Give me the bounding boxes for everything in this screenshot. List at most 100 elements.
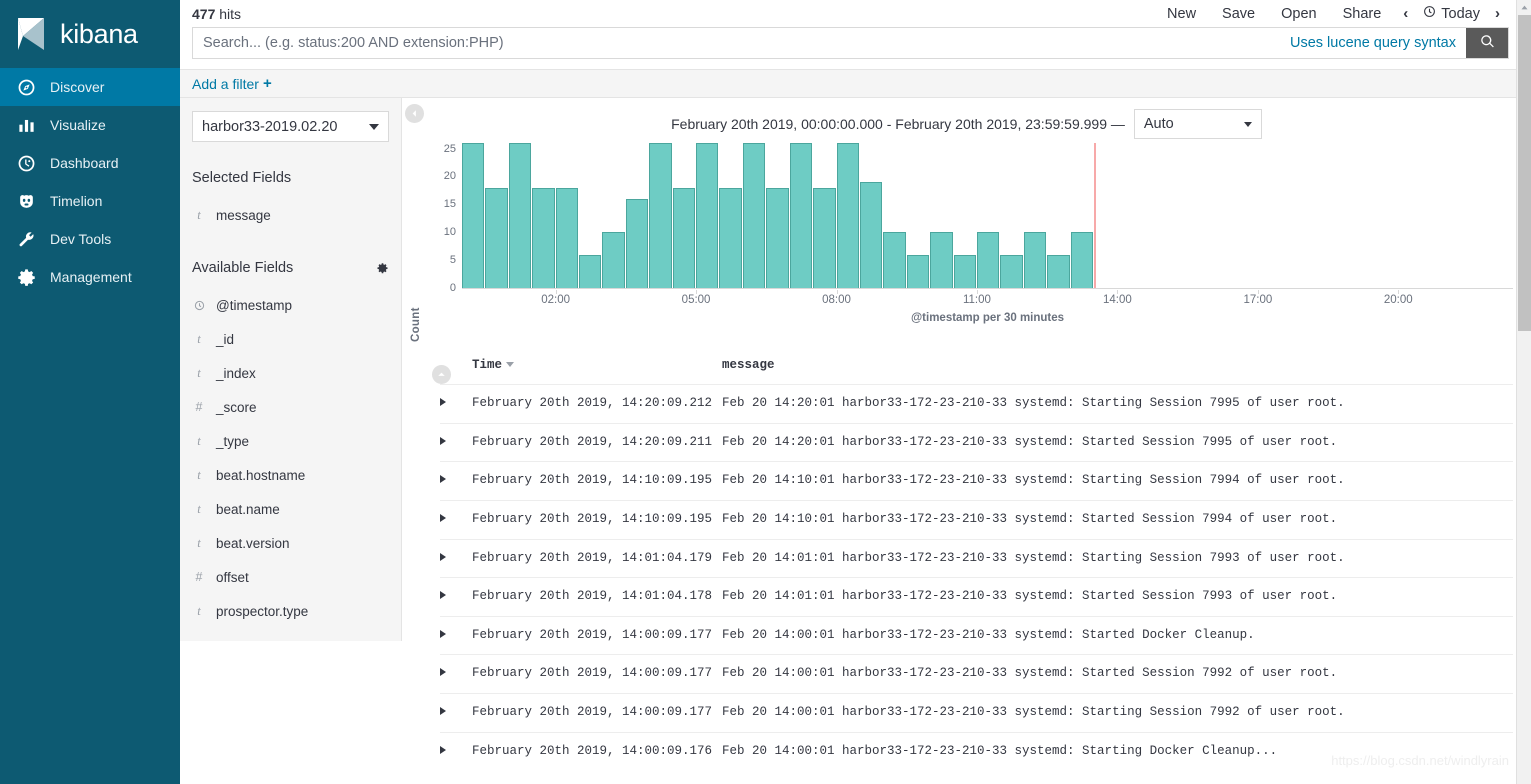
table-row[interactable]: February 20th 2019, 14:00:09.176 Feb 20 1… — [440, 732, 1513, 770]
histogram-bar[interactable] — [789, 143, 813, 288]
save-button[interactable]: Save — [1209, 6, 1268, 22]
histogram-bar[interactable] — [906, 254, 930, 288]
sidebar-item-discover[interactable]: Discover — [0, 68, 180, 106]
message-column-header[interactable]: message — [722, 358, 1513, 385]
expand-cell[interactable] — [440, 423, 472, 462]
table-row[interactable]: February 20th 2019, 14:10:09.195 Feb 20 1… — [440, 461, 1513, 501]
sidebar-item-timelion[interactable]: Timelion — [0, 182, 180, 220]
histogram-bar[interactable] — [1000, 254, 1023, 288]
histogram-bar[interactable] — [508, 143, 532, 288]
table-row[interactable]: February 20th 2019, 14:01:04.178 Feb 20 1… — [440, 577, 1513, 617]
field-item-source[interactable]: t source — [180, 628, 401, 642]
expand-row-icon[interactable] — [440, 707, 446, 715]
sidebar-item-visualize[interactable]: Visualize — [0, 106, 180, 144]
new-button[interactable]: New — [1154, 6, 1209, 22]
previous-time-arrow[interactable]: ‹ — [1394, 5, 1417, 22]
expand-cell[interactable] — [440, 616, 472, 655]
hits-count: 477 — [192, 5, 216, 22]
histogram-bar[interactable] — [672, 187, 696, 288]
field-item-_type[interactable]: t _type — [180, 424, 401, 458]
sidebar-item-dev-tools[interactable]: Dev Tools — [0, 220, 180, 258]
time-cell: February 20th 2019, 14:20:09.211 — [472, 434, 713, 449]
lucene-syntax-hint[interactable]: Uses lucene query syntax — [1280, 28, 1466, 58]
table-row[interactable]: February 20th 2019, 14:01:04.179 Feb 20 1… — [440, 539, 1513, 578]
sidebar-item-management[interactable]: Management — [0, 258, 180, 296]
expand-row-icon[interactable] — [440, 591, 446, 600]
expand-row-icon[interactable] — [440, 629, 446, 638]
next-time-arrow[interactable]: › — [1486, 5, 1509, 22]
histogram-bar[interactable] — [859, 182, 883, 288]
expand-row-icon[interactable] — [440, 668, 446, 677]
expand-row-icon[interactable] — [440, 475, 446, 484]
interval-select[interactable]: Auto — [1133, 109, 1262, 139]
share-button[interactable]: Share — [1330, 6, 1395, 22]
collapse-chart-button[interactable] — [432, 365, 451, 384]
field-item--timestamp[interactable]: @timestamp — [180, 288, 401, 322]
scroll-up-arrow[interactable] — [1517, 0, 1531, 14]
field-item-beat-name[interactable]: t beat.name — [180, 492, 401, 526]
field-item-_score[interactable]: # _score — [180, 390, 401, 424]
scrollbar-thumb[interactable] — [1518, 15, 1531, 331]
search-button[interactable] — [1466, 28, 1508, 58]
histogram-bar[interactable] — [836, 143, 859, 288]
histogram-bar[interactable] — [649, 143, 672, 288]
field-item-_id[interactable]: t _id — [180, 322, 401, 356]
expand-row-icon[interactable] — [440, 398, 446, 406]
histogram-bar[interactable] — [766, 187, 789, 288]
index-pattern-select[interactable]: harbor33-2019.02.20 — [192, 111, 389, 142]
field-item-message[interactable]: t message — [180, 198, 401, 232]
expand-cell[interactable] — [440, 500, 472, 539]
expand-row-icon[interactable] — [440, 436, 446, 445]
sidebar-item-dashboard[interactable]: Dashboard — [0, 144, 180, 182]
histogram-bar[interactable] — [579, 254, 602, 288]
histogram-bar[interactable] — [696, 143, 719, 288]
expand-row-icon[interactable] — [440, 513, 446, 522]
time-picker-button[interactable]: Today — [1417, 5, 1486, 22]
histogram-bar[interactable] — [742, 143, 766, 288]
histogram-bar[interactable] — [625, 198, 649, 288]
histogram-bar[interactable] — [1047, 254, 1070, 288]
histogram-bar[interactable] — [602, 232, 625, 288]
histogram-bar[interactable] — [813, 187, 836, 288]
expand-row-icon[interactable] — [440, 745, 446, 754]
field-item-beat-hostname[interactable]: t beat.hostname — [180, 458, 401, 492]
field-item-offset[interactable]: # offset — [180, 560, 401, 594]
field-item-beat-version[interactable]: t beat.version — [180, 526, 401, 560]
expand-cell[interactable] — [440, 462, 472, 501]
histogram-bar[interactable] — [883, 232, 906, 288]
table-row[interactable]: February 20th 2019, 14:00:09.177 Feb 20 1… — [440, 616, 1513, 655]
expand-cell[interactable] — [440, 539, 472, 578]
sort-descending-icon[interactable] — [506, 362, 515, 368]
search-input[interactable] — [193, 28, 1280, 58]
interval-value: Auto — [1143, 116, 1174, 132]
expand-cell[interactable] — [440, 385, 472, 424]
add-filter-button[interactable]: Add a filter + — [192, 75, 272, 92]
histogram-bar[interactable] — [1023, 232, 1047, 288]
histogram-bar[interactable] — [462, 143, 485, 288]
histogram-bar[interactable] — [976, 232, 1000, 288]
open-button[interactable]: Open — [1268, 6, 1329, 22]
expand-row-icon[interactable] — [440, 552, 446, 561]
table-row[interactable]: February 20th 2019, 14:00:09.177 Feb 20 1… — [440, 654, 1513, 694]
histogram-bar[interactable] — [930, 232, 953, 288]
expand-cell[interactable] — [440, 732, 472, 770]
histogram-bar[interactable] — [532, 187, 555, 288]
collapse-sidebar-button[interactable] — [405, 104, 424, 123]
table-row[interactable]: February 20th 2019, 14:20:09.212 Feb 20 1… — [440, 384, 1513, 424]
table-row[interactable]: February 20th 2019, 14:00:09.177 Feb 20 1… — [440, 693, 1513, 733]
expand-cell[interactable] — [440, 694, 472, 733]
histogram-bar[interactable] — [1070, 232, 1093, 288]
page-scrollbar[interactable] — [1516, 0, 1531, 784]
histogram-bar[interactable] — [485, 187, 508, 288]
expand-cell[interactable] — [440, 578, 472, 617]
gear-icon[interactable] — [376, 262, 389, 275]
field-item-prospector-type[interactable]: t prospector.type — [180, 594, 401, 628]
histogram-bar[interactable] — [555, 187, 579, 288]
histogram-bar[interactable] — [953, 254, 976, 288]
time-column-header[interactable]: Time — [472, 358, 722, 385]
field-item-_index[interactable]: t _index — [180, 356, 401, 390]
table-row[interactable]: February 20th 2019, 14:10:09.195 Feb 20 1… — [440, 500, 1513, 539]
histogram-bar[interactable] — [719, 187, 742, 288]
table-row[interactable]: February 20th 2019, 14:20:09.211 Feb 20 1… — [440, 423, 1513, 462]
expand-cell[interactable] — [440, 655, 472, 694]
